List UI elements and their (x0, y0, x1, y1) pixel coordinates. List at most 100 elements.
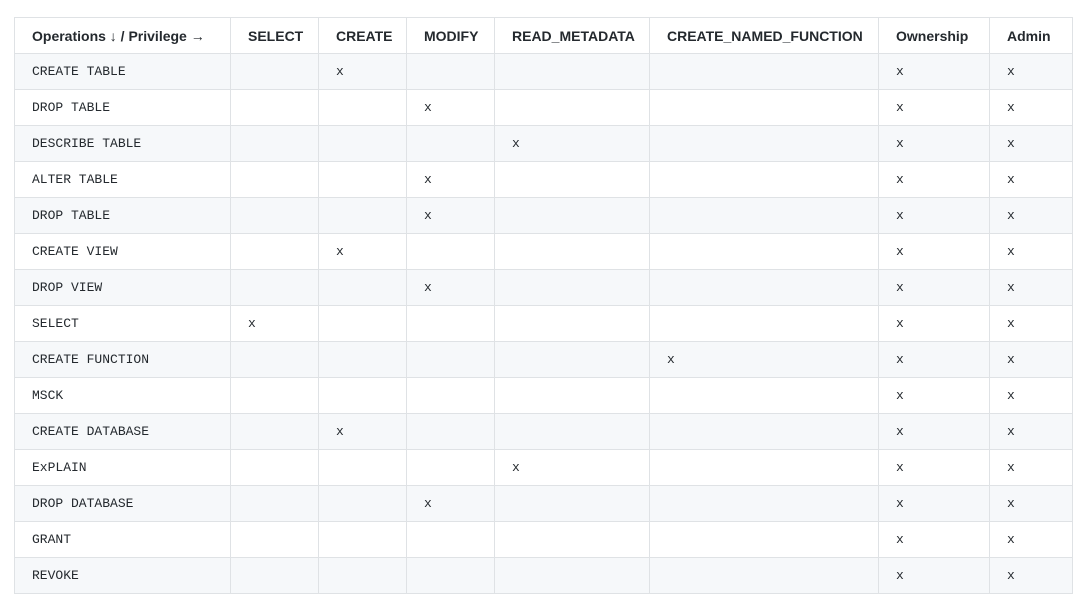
read-metadata-cell (494, 521, 650, 558)
create-header: CREATE (318, 17, 407, 54)
modify-cell (406, 377, 495, 414)
create-named-function-cell (649, 233, 879, 270)
admin-cell: x (989, 125, 1073, 162)
select-cell (230, 125, 319, 162)
ownership-cell: x (878, 233, 990, 270)
modify-cell: x (406, 197, 495, 234)
header-row: Operations ↓ / Privilege → SELECT CREATE MO… (14, 17, 1073, 54)
operation-cell: CREATE VIEW (14, 233, 231, 270)
admin-cell: x (989, 449, 1073, 486)
ownership-cell: x (878, 521, 990, 558)
create-cell (318, 161, 407, 198)
modify-cell: x (406, 161, 495, 198)
create-named-function-cell (649, 449, 879, 486)
operation-cell: GRANT (14, 521, 231, 558)
select-cell (230, 233, 319, 270)
create-cell: x (318, 233, 407, 270)
ownership-cell: x (878, 485, 990, 522)
select-cell (230, 449, 319, 486)
select-cell (230, 557, 319, 594)
operation-cell: CREATE TABLE (14, 53, 231, 90)
admin-cell: x (989, 341, 1073, 378)
modify-cell: x (406, 89, 495, 126)
create-cell: x (318, 53, 407, 90)
operation-cell: SELECT (14, 305, 231, 342)
modify-cell: x (406, 269, 495, 306)
modify-cell (406, 53, 495, 90)
modify-cell (406, 557, 495, 594)
table-row: DROP TABLE x x x (14, 197, 1073, 234)
admin-cell: x (989, 197, 1073, 234)
modify-header: MODIFY (406, 17, 495, 54)
read-metadata-cell (494, 269, 650, 306)
table-row: CREATE VIEW x x x (14, 233, 1073, 270)
ownership-cell: x (878, 89, 990, 126)
create-named-function-cell (649, 161, 879, 198)
create-cell (318, 449, 407, 486)
create-named-function-header: CREATE_NAMED_FUNCTION (649, 17, 879, 54)
ownership-cell: x (878, 269, 990, 306)
modify-cell (406, 125, 495, 162)
ownership-cell: x (878, 557, 990, 594)
modify-cell (406, 449, 495, 486)
create-cell (318, 125, 407, 162)
admin-cell: x (989, 233, 1073, 270)
read-metadata-cell (494, 197, 650, 234)
admin-cell: x (989, 377, 1073, 414)
modify-cell (406, 341, 495, 378)
ownership-cell: x (878, 449, 990, 486)
select-cell (230, 89, 319, 126)
read-metadata-cell: x (494, 449, 650, 486)
table-row: REVOKE x x (14, 557, 1073, 594)
select-cell (230, 377, 319, 414)
read-metadata-cell (494, 53, 650, 90)
operation-cell: DROP VIEW (14, 269, 231, 306)
ownership-cell: x (878, 305, 990, 342)
select-cell (230, 197, 319, 234)
ownership-cell: x (878, 125, 990, 162)
admin-cell: x (989, 557, 1073, 594)
modify-cell (406, 233, 495, 270)
operation-cell: CREATE FUNCTION (14, 341, 231, 378)
create-named-function-cell (649, 557, 879, 594)
create-named-function-cell (649, 521, 879, 558)
privilege-table: Operations ↓ / Privilege → SELECT CREATE MO… (14, 17, 1073, 594)
admin-header: Admin (989, 17, 1073, 54)
create-cell (318, 305, 407, 342)
read-metadata-cell (494, 233, 650, 270)
create-named-function-cell (649, 413, 879, 450)
operation-cell: DROP TABLE (14, 89, 231, 126)
table-row: DROP VIEW x x x (14, 269, 1073, 306)
table-row: CREATE FUNCTION x x x (14, 341, 1073, 378)
ownership-cell: x (878, 197, 990, 234)
read-metadata-cell (494, 557, 650, 594)
modify-cell (406, 521, 495, 558)
modify-cell: x (406, 485, 495, 522)
operation-cell: DESCRIBE TABLE (14, 125, 231, 162)
select-cell (230, 53, 319, 90)
create-cell (318, 521, 407, 558)
create-cell (318, 269, 407, 306)
admin-cell: x (989, 269, 1073, 306)
ownership-cell: x (878, 341, 990, 378)
create-named-function-cell (649, 53, 879, 90)
ownership-cell: x (878, 413, 990, 450)
ownership-cell: x (878, 377, 990, 414)
operation-cell: REVOKE (14, 557, 231, 594)
read-metadata-cell (494, 341, 650, 378)
admin-cell: x (989, 521, 1073, 558)
select-cell: x (230, 305, 319, 342)
modify-cell (406, 305, 495, 342)
read-metadata-cell (494, 413, 650, 450)
operations-header: Operations ↓ / Privilege → (14, 17, 231, 54)
operation-cell: DROP TABLE (14, 197, 231, 234)
operation-cell: MSCK (14, 377, 231, 414)
create-named-function-cell (649, 125, 879, 162)
read-metadata-cell: x (494, 125, 650, 162)
create-named-function-cell (649, 197, 879, 234)
create-named-function-cell (649, 269, 879, 306)
create-named-function-cell (649, 377, 879, 414)
table-row: DESCRIBE TABLE x x x (14, 125, 1073, 162)
table-row: ExPLAIN x x x (14, 449, 1073, 486)
create-cell (318, 557, 407, 594)
